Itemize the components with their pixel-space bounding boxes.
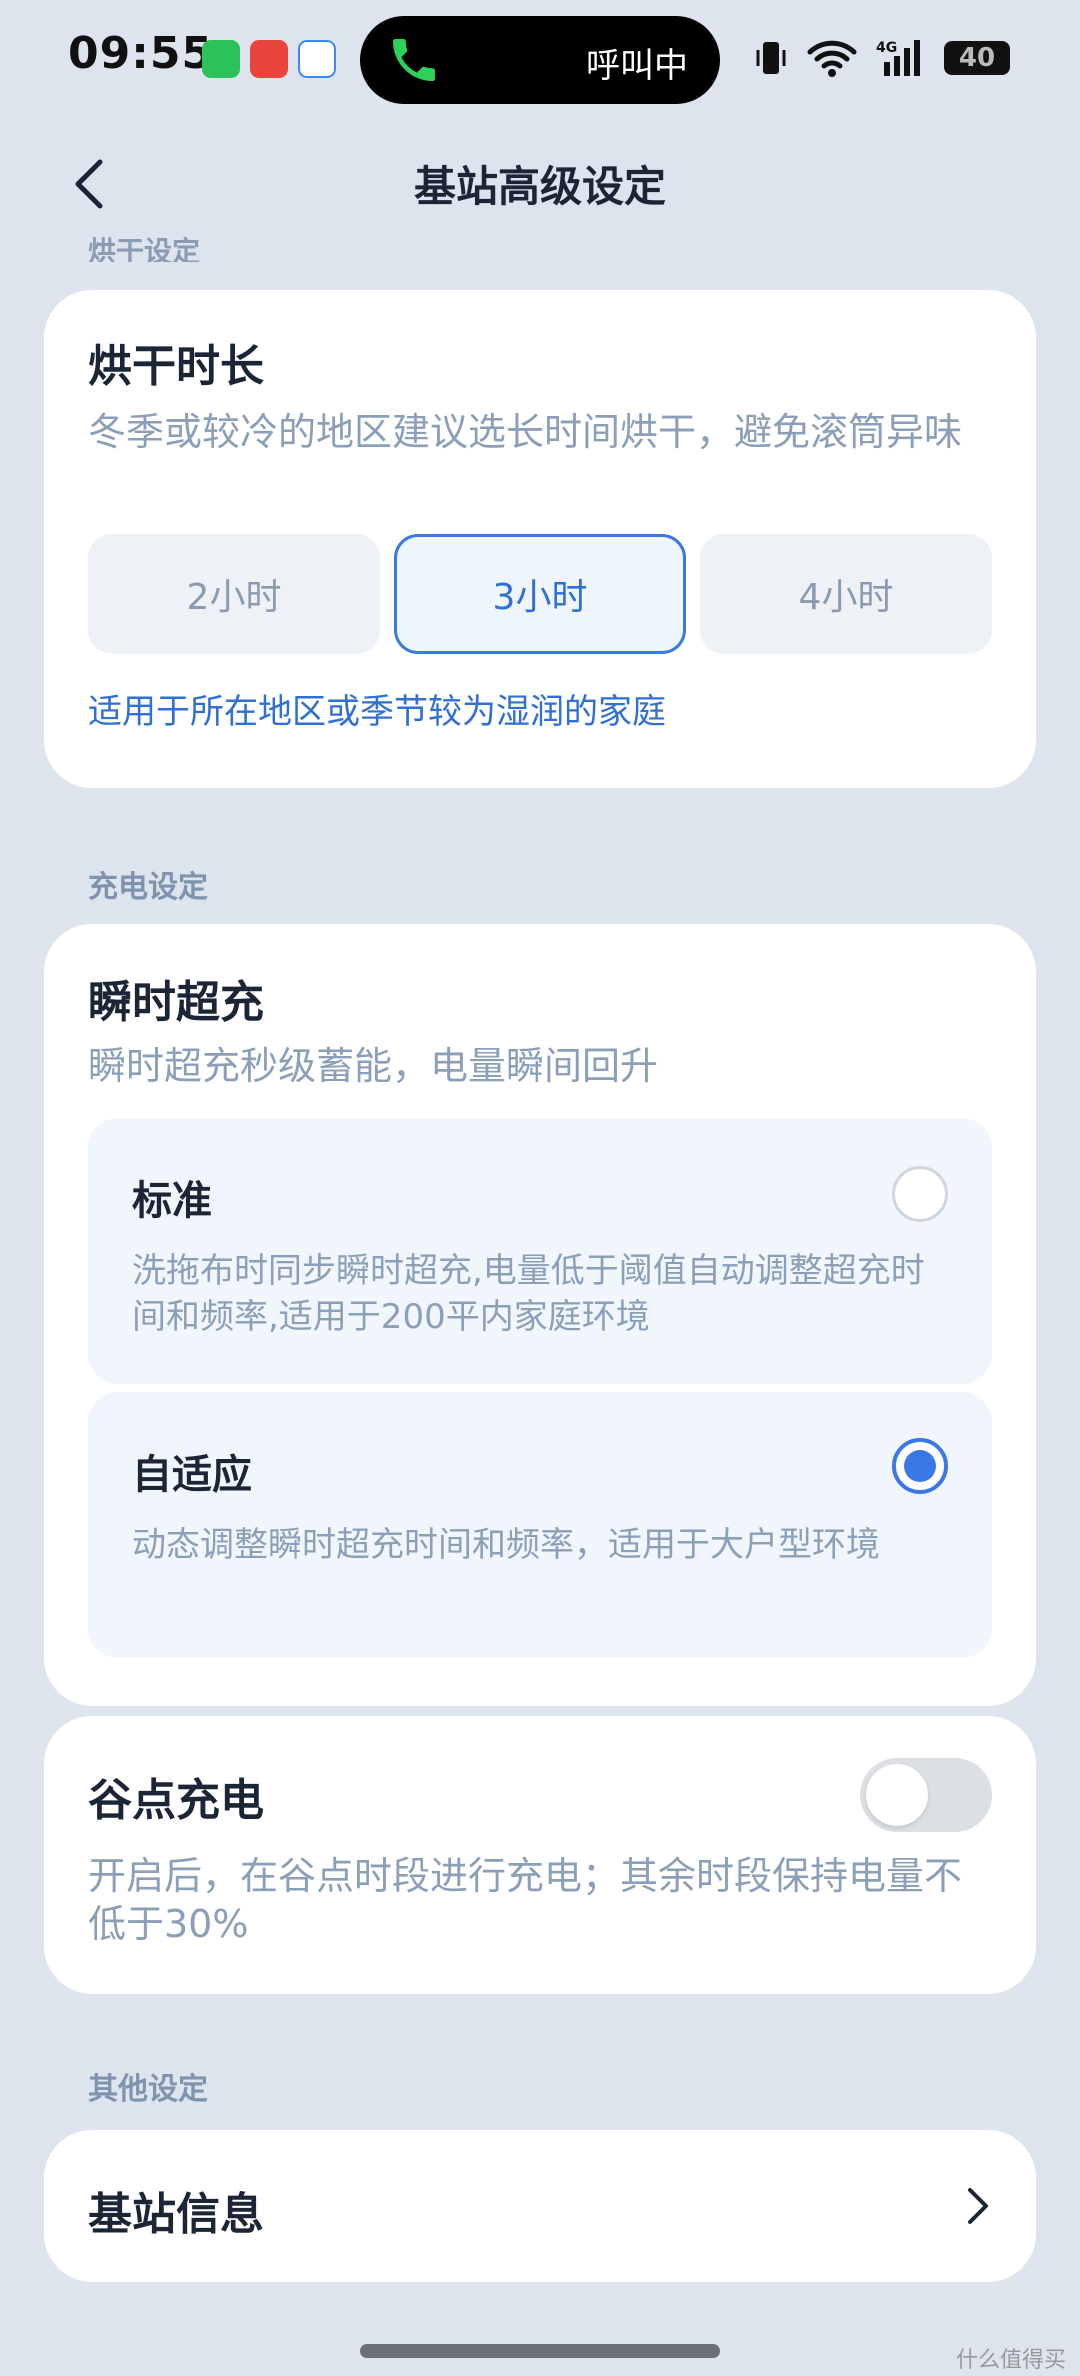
- phone-icon: [393, 39, 435, 81]
- valley-charge-card: 谷点充电 开启后，在谷点时段进行充电；其余时段保持电量不低于30%: [44, 1716, 1036, 1994]
- radio-standard[interactable]: [892, 1166, 948, 1222]
- call-pill[interactable]: 呼叫中: [360, 16, 720, 104]
- wechat-icon: [202, 40, 240, 78]
- instant-charge-card: 瞬时超充 瞬时超充秒级蓄能，电量瞬间回升 标准 洗拖布时同步瞬时超充,电量低于阈…: [44, 924, 1036, 1706]
- valley-charge-title: 谷点充电: [88, 1775, 264, 1826]
- valley-charge-description: 开启后，在谷点时段进行充电；其余时段保持电量不低于30%: [88, 1854, 963, 1946]
- drying-hint: 适用于所在地区或季节较为湿润的家庭: [88, 692, 666, 732]
- option-2h[interactable]: 2小时: [88, 534, 380, 654]
- other-section-label: 其他设定: [88, 2072, 208, 2107]
- signal-4g-icon: 4G: [876, 40, 920, 76]
- option-adaptive[interactable]: 自适应 动态调整瞬时超充时间和频率，适用于大户型环境: [88, 1392, 992, 1658]
- faded-section-label: 烘干设定: [88, 235, 201, 262]
- drying-title: 烘干时长: [88, 341, 264, 392]
- station-info-row[interactable]: 基站信息: [44, 2130, 1036, 2282]
- wifi-icon: [807, 40, 857, 77]
- call-status: 呼叫中: [586, 46, 688, 86]
- option-standard-description: 洗拖布时同步瞬时超充,电量低于阈值自动调整超充时间和频率,适用于200平内家庭环…: [132, 1251, 925, 1337]
- chevron-right-icon: [968, 2188, 988, 2224]
- cloud-app-icon: [298, 40, 336, 78]
- radio-adaptive[interactable]: [892, 1438, 948, 1494]
- option-standard[interactable]: 标准 洗拖布时同步瞬时超充,电量低于阈值自动调整超充时间和频率,适用于200平内…: [88, 1118, 992, 1384]
- station-info-label: 基站信息: [88, 2189, 264, 2240]
- page-title: 基站高级设定: [413, 162, 666, 211]
- valley-charge-toggle[interactable]: [860, 1758, 992, 1832]
- battery-icon: 40: [944, 41, 1010, 75]
- instant-charge-description: 瞬时超充秒级蓄能，电量瞬间回升: [88, 1044, 659, 1088]
- option-3h[interactable]: 3小时: [394, 534, 686, 654]
- option-adaptive-title: 自适应: [132, 1452, 252, 1498]
- drying-duration-card: 烘干时长 冬季或较冷的地区建议选长时间烘干，避免滚筒异味 2小时 3小时 4小时…: [44, 290, 1036, 788]
- instant-charge-title: 瞬时超充: [88, 977, 264, 1028]
- status-time: 09:55: [68, 28, 214, 79]
- watermark: 什么值得买: [955, 2348, 1066, 2373]
- charging-section-label: 充电设定: [88, 870, 208, 905]
- drying-description: 冬季或较冷的地区建议选长时间烘干，避免滚筒异味: [88, 410, 963, 454]
- svg-text:4G: 4G: [876, 40, 897, 56]
- battery-level: 40: [958, 43, 996, 73]
- option-standard-title: 标准: [132, 1178, 212, 1224]
- option-4h[interactable]: 4小时: [700, 534, 992, 654]
- option-adaptive-description: 动态调整瞬时超充时间和频率，适用于大户型环境: [132, 1525, 880, 1565]
- vibrate-icon: [756, 42, 786, 74]
- home-indicator[interactable]: [360, 2344, 720, 2358]
- status-icons: 4G 40: [754, 38, 1010, 78]
- app-icon: [250, 40, 288, 78]
- toggle-knob: [866, 1764, 928, 1826]
